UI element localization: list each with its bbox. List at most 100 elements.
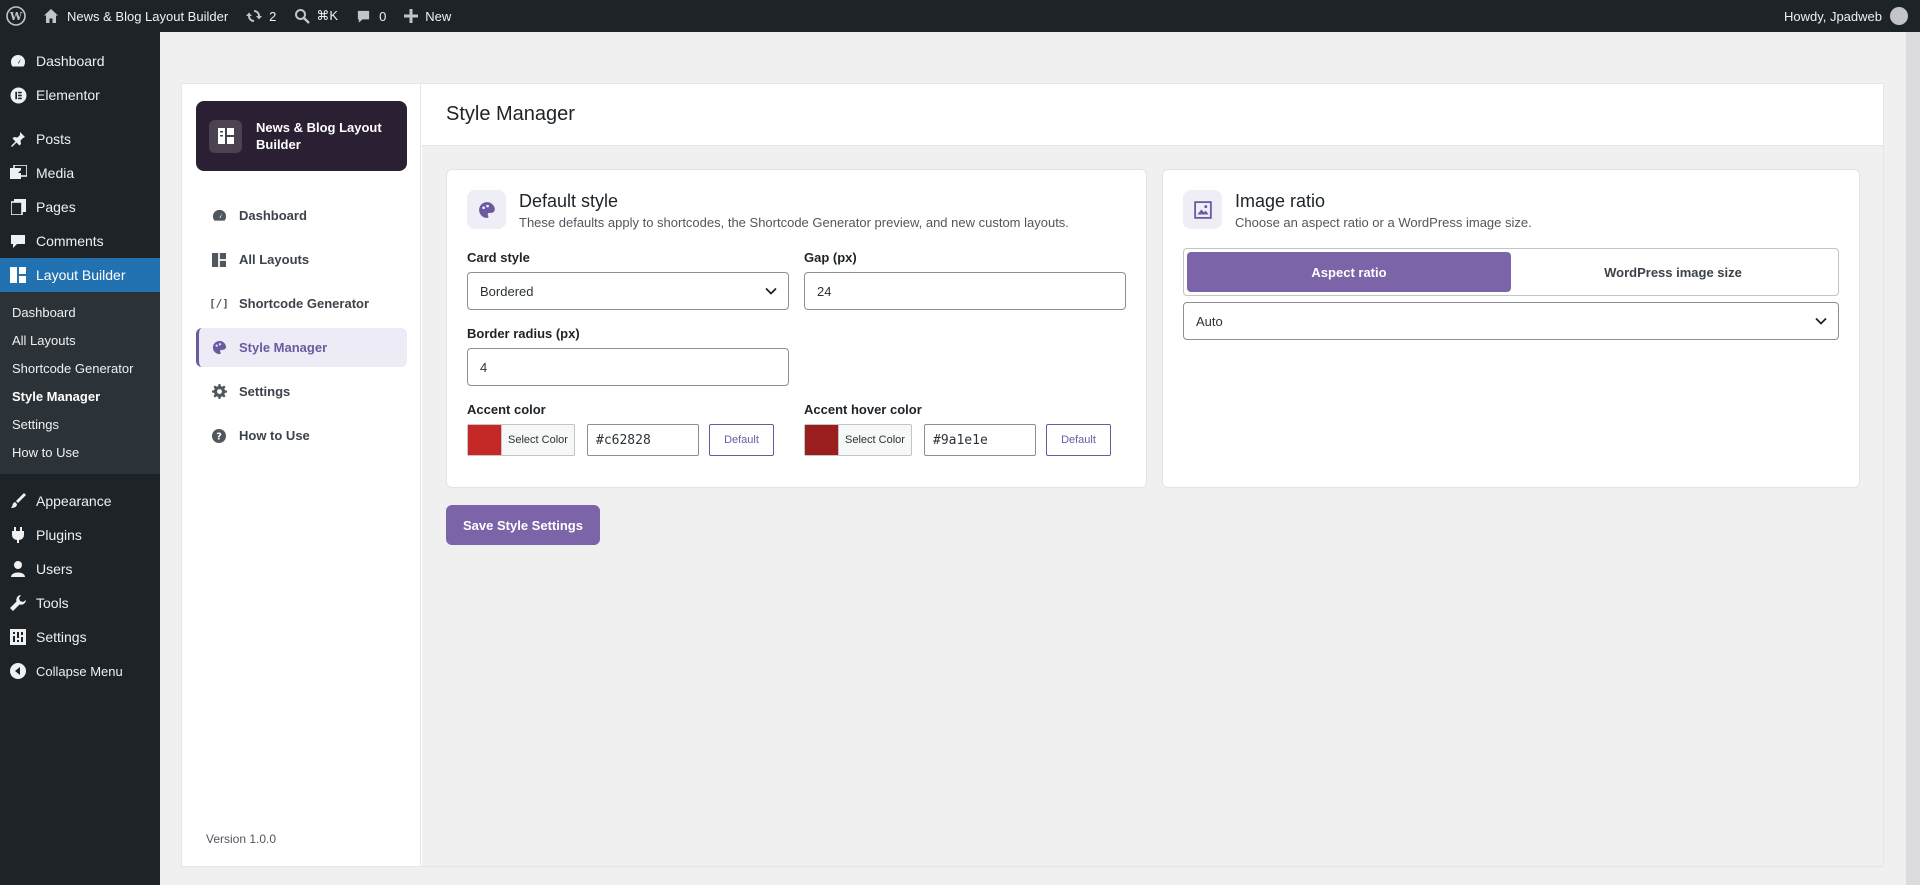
menu-item-label: Pages [36, 199, 76, 215]
aspect-ratio-select[interactable]: Auto [1183, 302, 1839, 340]
image-icon [1183, 190, 1222, 229]
collapse-menu-button[interactable]: Collapse Menu [0, 654, 160, 688]
accent-color-label: Accent color [467, 402, 546, 417]
my-account-link[interactable]: Howdy, Jpadweb [1775, 0, 1920, 32]
accent-hover-color-picker[interactable]: Select Color [804, 424, 912, 456]
menu-item-label: Collapse Menu [36, 663, 123, 679]
menu-item-layout-builder[interactable]: Layout Builder [0, 258, 160, 292]
plugin-nav-label: Shortcode Generator [239, 296, 370, 311]
svg-text:?: ? [216, 431, 222, 442]
admin-menu: Dashboard Elementor Posts Media Pages Co… [0, 32, 160, 885]
site-name-link[interactable]: News & Blog Layout Builder [34, 0, 237, 32]
updates-icon [246, 8, 263, 24]
plugin-nav-label: Style Manager [239, 340, 328, 355]
default-style-card: Default style These defaults apply to sh… [446, 169, 1147, 488]
card-style-select[interactable]: Bordered [467, 272, 789, 310]
menu-item-tools[interactable]: Tools [0, 586, 160, 620]
plugin-nav-how-to-use[interactable]: ? How to Use [196, 416, 407, 455]
accent-hover-hex-input[interactable]: #9a1e1e [924, 424, 1036, 456]
gap-label: Gap (px) [804, 250, 857, 265]
updates-count: 2 [269, 8, 277, 24]
wordpress-logo-icon[interactable]: W [0, 0, 34, 32]
plugin-nav-settings[interactable]: Settings [196, 372, 407, 411]
plus-icon [404, 9, 419, 23]
menu-item-label: Posts [36, 131, 72, 147]
default-style-header: Default style These defaults apply to sh… [467, 190, 1069, 230]
card-style-value: Bordered [480, 283, 534, 299]
page-title: Style Manager [446, 103, 575, 125]
plugin-nav-shortcode-generator[interactable]: [/] Shortcode Generator [196, 284, 407, 323]
plugin-sidebar: News & Blog Layout Builder Dashboard All… [182, 84, 421, 866]
menu-item-settings[interactable]: Settings [0, 620, 160, 654]
select-color-label: Select Color [501, 425, 574, 455]
menu-item-pages[interactable]: Pages [0, 190, 160, 224]
shortcode-icon: [/] [209, 297, 229, 310]
howdy-label: Howdy, Jpadweb [1783, 8, 1882, 24]
page-scrollbar[interactable] [1906, 32, 1920, 885]
accent-hover-color-swatch [805, 425, 838, 455]
gap-input[interactable]: 24 [804, 272, 1126, 310]
default-style-title: Default style [519, 191, 619, 211]
default-style-description: These defaults apply to shortcodes, the … [519, 215, 1069, 230]
submenu-item-all-layouts[interactable]: All Layouts [0, 326, 160, 354]
aspect-ratio-value: Auto [1196, 313, 1223, 329]
menu-item-label: Tools [36, 595, 69, 611]
menu-item-media[interactable]: Media [0, 156, 160, 190]
tab-aspect-ratio[interactable]: Aspect ratio [1187, 252, 1511, 292]
gap-value: 24 [817, 283, 832, 299]
comment-icon [9, 232, 27, 250]
menu-item-label: Comments [36, 233, 104, 249]
menu-item-label: Layout Builder [36, 267, 126, 283]
help-icon: ? [211, 428, 227, 444]
accent-hex-value: #c62828 [596, 432, 651, 448]
menu-item-posts[interactable]: Posts [0, 122, 160, 156]
plugin-nav: Dashboard All Layouts [/] Shortcode Gene… [196, 196, 407, 460]
submenu-item-dashboard[interactable]: Dashboard [0, 298, 160, 326]
menu-item-label: Users [36, 561, 73, 577]
menu-item-label: Media [36, 165, 75, 181]
menu-item-plugins[interactable]: Plugins [0, 518, 160, 552]
submenu-item-style-manager[interactable]: Style Manager [0, 382, 160, 410]
accent-color-swatch [468, 425, 501, 455]
layout-grid-icon [209, 119, 242, 153]
menu-item-comments[interactable]: Comments [0, 224, 160, 258]
accent-color-picker[interactable]: Select Color [467, 424, 575, 456]
select-color-label: Select Color [838, 425, 911, 455]
accent-hex-input[interactable]: #c62828 [587, 424, 699, 456]
pin-icon [9, 130, 27, 148]
submenu-item-how-to-use[interactable]: How to Use [0, 438, 160, 466]
dashboard-icon [211, 208, 227, 224]
menu-item-elementor[interactable]: Elementor [0, 78, 160, 112]
avatar [1890, 7, 1908, 25]
plugin-nav-label: Dashboard [239, 208, 307, 223]
border-radius-value: 4 [480, 359, 488, 375]
accent-hover-hex-value: #9a1e1e [933, 432, 988, 448]
comments-link[interactable]: 0 [347, 0, 395, 32]
accent-hover-default-button[interactable]: Default [1046, 424, 1111, 456]
tab-wordpress-image-size[interactable]: WordPress image size [1511, 252, 1835, 292]
plugin-nav-dashboard[interactable]: Dashboard [196, 196, 407, 235]
dashboard-icon [9, 52, 27, 70]
home-icon [43, 8, 59, 24]
menu-item-dashboard[interactable]: Dashboard [0, 44, 160, 78]
palette-icon [211, 340, 227, 356]
menu-item-label: Plugins [36, 527, 82, 543]
save-style-settings-button[interactable]: Save Style Settings [446, 505, 600, 545]
wrench-icon [9, 594, 27, 612]
menu-item-appearance[interactable]: Appearance [0, 484, 160, 518]
ratio-mode-toggle: Aspect ratio WordPress image size [1183, 248, 1839, 296]
settings-icon [9, 628, 27, 646]
updates-link[interactable]: 2 [237, 0, 285, 32]
plugin-nav-style-manager[interactable]: Style Manager [196, 328, 407, 367]
border-radius-input[interactable]: 4 [467, 348, 789, 386]
accent-default-button[interactable]: Default [709, 424, 774, 456]
new-content-link[interactable]: New [395, 0, 460, 32]
menu-item-users[interactable]: Users [0, 552, 160, 586]
collapse-icon [9, 662, 27, 680]
plugin-brand-title: News & Blog Layout Builder [256, 120, 382, 152]
plugin-nav-all-layouts[interactable]: All Layouts [196, 240, 407, 279]
search-link[interactable]: ⌘K [285, 0, 347, 32]
submenu-item-shortcode-generator[interactable]: Shortcode Generator [0, 354, 160, 382]
comments-count: 0 [379, 8, 387, 24]
submenu-item-settings[interactable]: Settings [0, 410, 160, 438]
